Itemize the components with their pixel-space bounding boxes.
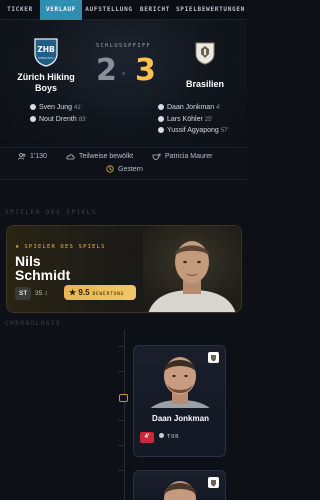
timeline-event-card[interactable] <box>133 470 226 500</box>
player-of-the-match-card[interactable]: ★ SPIELER DES SPIELS Nils Schmidt ST 35 J.… <box>6 225 242 313</box>
scorer-name: Yussif Agyapong <box>167 127 219 134</box>
match-status: SCHLUSSPFIFF <box>95 43 152 49</box>
weather-value: Teilweise bewölkt <box>79 153 134 160</box>
scorer-name: Sven Jung <box>39 104 73 111</box>
scorer-minute: 41' <box>74 105 82 111</box>
section-title-potm: SPIELER DES SPIELS <box>5 209 98 216</box>
match-header: ZHB HIKING BOYS Zürich Hiking Boys SCHLU… <box>0 20 247 148</box>
timeline-marker-icon[interactable] <box>119 394 128 402</box>
section-title-chronology: CHRONOLOGIE <box>5 320 62 327</box>
ball-icon <box>158 115 164 122</box>
team-crest-icon <box>208 477 219 488</box>
player-age: 35 J. <box>35 287 49 301</box>
star-icon: ★ <box>69 288 79 297</box>
event-type: TOR <box>159 432 179 443</box>
date-value: Gestern <box>118 165 143 173</box>
timeline-tick <box>118 470 124 471</box>
referee-value: Patricia Maurer <box>165 153 213 160</box>
scorer-minute: 4' <box>216 105 221 111</box>
potm-tag: ★ SPIELER DES SPIELS <box>15 242 106 250</box>
ball-icon <box>159 433 164 438</box>
position-badge: ST <box>15 287 32 300</box>
team-crest-icon <box>208 352 219 363</box>
home-team-name[interactable]: Zürich Hiking Boys <box>6 72 86 94</box>
home-score: 2 <box>96 53 117 88</box>
ball-icon <box>158 103 164 110</box>
scorer-minute: 25' <box>204 117 213 123</box>
timeline-tick <box>118 420 124 421</box>
score-separator <box>122 72 125 75</box>
event-player-name: Daan Jonkman <box>152 414 209 423</box>
home-crest-text: ZHB <box>37 45 55 54</box>
people-icon <box>18 153 26 160</box>
referee: Patricia Maurer <box>152 153 212 160</box>
timeline-axis <box>124 330 125 500</box>
match-tabs: TICKER VERLAUF AUFSTELLUNG BERICHT SPIEL… <box>0 0 247 20</box>
event-type-label: TOR <box>167 434 180 440</box>
scorer-name: Nout Drenth <box>39 116 77 123</box>
home-scorer-row[interactable]: Sven Jung 41' <box>27 103 82 113</box>
away-scorer-row[interactable]: Yussif Agyapong 57' <box>155 126 229 136</box>
tab-verlauf[interactable]: VERLAUF <box>40 0 82 20</box>
ball-icon <box>158 126 164 133</box>
away-team-crest-icon[interactable] <box>194 41 216 65</box>
weather: Teilweise bewölkt <box>65 153 133 160</box>
home-scorer-row[interactable]: Nout Drenth 83' <box>27 115 87 125</box>
potm-first-name: Nils <box>15 253 41 269</box>
home-team-crest-icon[interactable]: ZHB HIKING BOYS <box>33 37 59 67</box>
potm-player-name: Nils Schmidt <box>15 254 70 282</box>
scorer-minute: 83' <box>78 117 87 123</box>
player-portrait <box>143 226 241 312</box>
rating-label: BEWERTUNG <box>92 292 125 297</box>
tab-spielbewertungen[interactable]: SPIELBEWERTUNGEN <box>174 0 247 20</box>
whistle-icon <box>152 153 161 160</box>
away-scorer-row[interactable]: Lars Köhler 25' <box>155 115 213 125</box>
age-unit: J. <box>44 291 49 297</box>
match-info: 1'130 Teilweise bewölkt Patricia Maurer … <box>0 148 247 180</box>
attendance-value: 1'130 <box>30 153 47 160</box>
home-crest-subtext: HIKING BOYS <box>38 57 54 60</box>
rating-value: 9.5 <box>78 288 90 297</box>
potm-last-name: Schmidt <box>15 267 71 283</box>
away-score: 3 <box>135 53 156 88</box>
away-scorer-row[interactable]: Daan Jonkman 4' <box>155 103 221 113</box>
away-team-name[interactable]: Brasilien <box>170 79 240 90</box>
timeline-tick <box>118 445 124 446</box>
tab-aufstellung[interactable]: AUFSTELLUNG <box>82 0 136 20</box>
clock-icon <box>106 165 114 173</box>
age-value: 35 <box>35 290 43 297</box>
rating-badge: ★ 9.5 BEWERTUNG <box>64 285 136 300</box>
scorer-name: Daan Jonkman <box>167 104 215 111</box>
scorer-minute: 57' <box>220 128 229 134</box>
ball-icon <box>30 115 36 122</box>
tab-ticker[interactable]: TICKER <box>0 0 40 20</box>
ball-icon <box>30 103 36 110</box>
cloud-icon <box>66 154 75 160</box>
event-minute-badge: 4' <box>140 432 154 443</box>
timeline-event-card[interactable]: Daan Jonkman 4' TOR <box>133 345 226 457</box>
tab-bericht[interactable]: BERICHT <box>136 0 174 20</box>
star-icon: ★ <box>15 242 21 250</box>
timeline-tick <box>118 371 124 372</box>
potm-tag-label: SPIELER DES SPIELS <box>24 244 106 250</box>
attendance: 1'130 <box>18 153 47 160</box>
match-date: Gestern <box>106 165 143 173</box>
timeline-tick <box>118 346 124 347</box>
scorer-name: Lars Köhler <box>167 116 203 123</box>
